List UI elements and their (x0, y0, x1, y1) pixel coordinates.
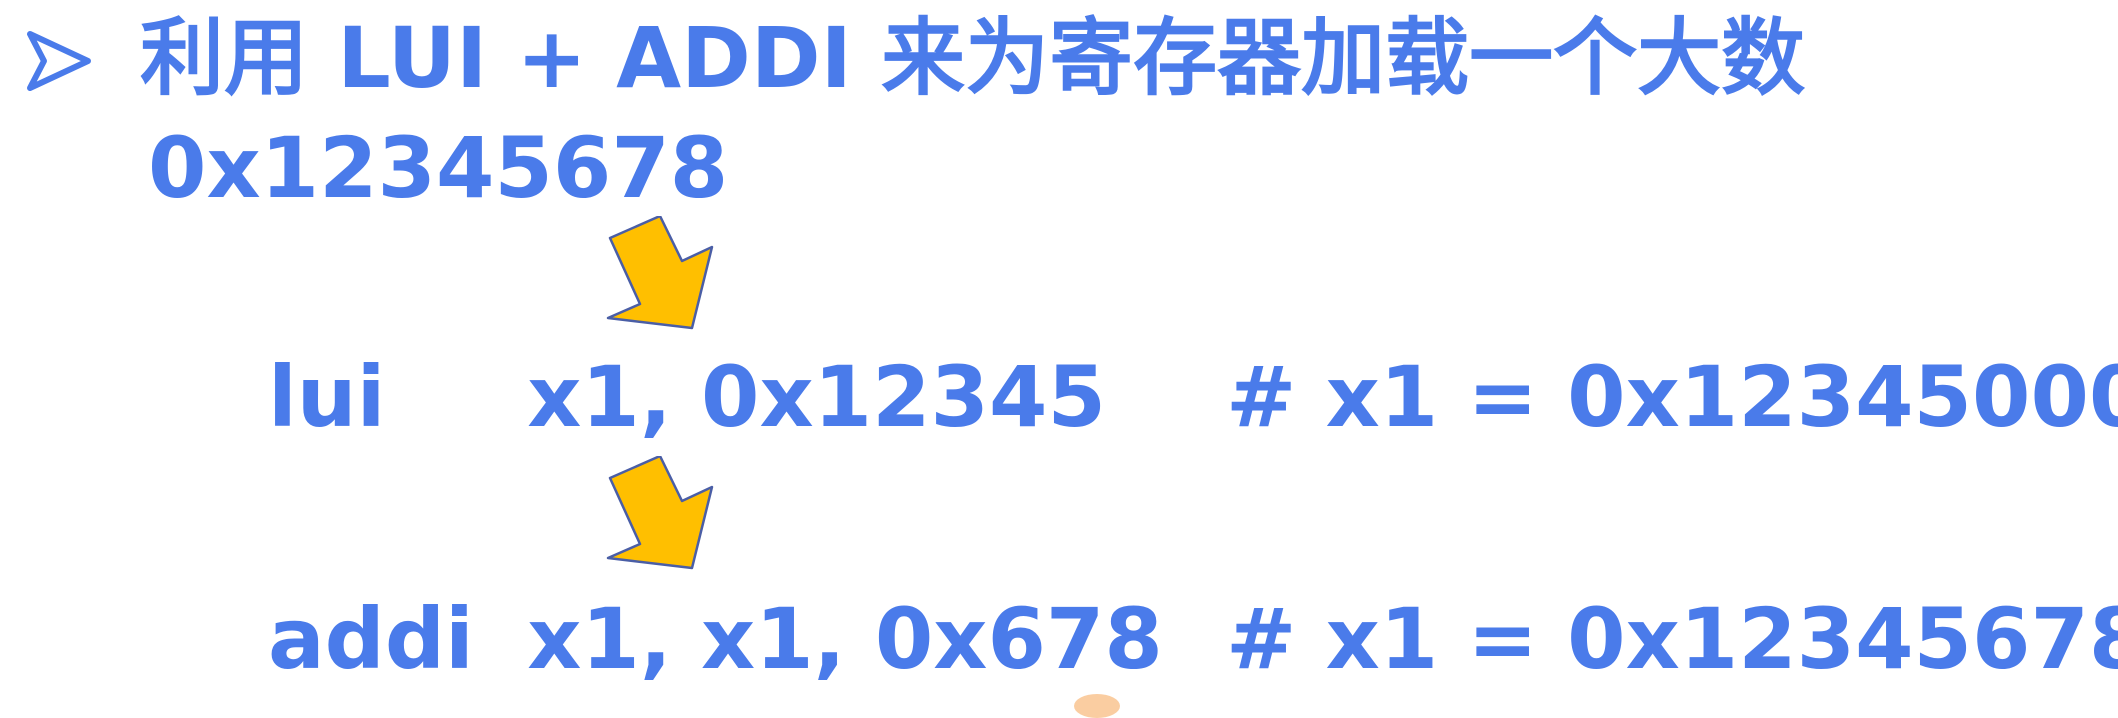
instruction-op-addi: addi (268, 590, 474, 688)
instruction-args-lui: x1, 0x12345 (527, 348, 1106, 446)
code-line-lui: lui x1, 0x12345 (268, 347, 1106, 448)
instruction-args-addi: x1, x1, 0x678 (527, 590, 1163, 688)
code-line-addi: addi x1, x1, 0x678 (268, 589, 1163, 690)
down-right-arrow-icon (606, 456, 714, 570)
target-value: 0x12345678 (148, 119, 729, 217)
down-right-arrow-icon (606, 216, 714, 330)
slide-canvas: 利用 LUI + ADDI 来为寄存器加载一个大数 0x12345678 lui… (0, 0, 2118, 718)
instruction-comment-addi: # x1 = 0x12345678 (1226, 590, 2118, 688)
hollow-triangle-bullet-icon (27, 31, 91, 91)
instruction-op-lui: lui (268, 348, 386, 446)
slide-title: 利用 LUI + ADDI 来为寄存器加载一个大数 (140, 9, 1806, 107)
instruction-comment-lui: # x1 = 0x12345000 (1226, 348, 2118, 446)
cursor-highlight (1074, 694, 1120, 718)
